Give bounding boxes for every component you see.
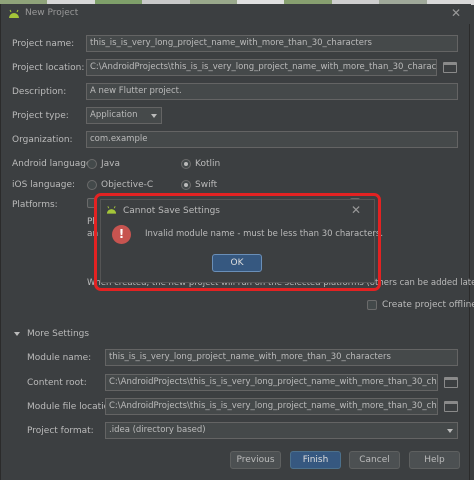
window-title: New Project xyxy=(25,8,79,18)
finish-button[interactable]: Finish xyxy=(290,451,341,469)
title-bar: New Project ✕ xyxy=(1,4,471,24)
project-location-label: Project location: xyxy=(12,63,85,73)
android-icon xyxy=(106,206,117,214)
project-name-label: Project name: xyxy=(12,39,75,49)
cancel-button[interactable]: Cancel xyxy=(349,451,400,469)
more-settings-header[interactable]: More Settings xyxy=(27,329,89,339)
chevron-down-icon xyxy=(447,429,453,433)
kotlin-radio[interactable] xyxy=(181,159,191,169)
ok-button[interactable]: OK xyxy=(212,254,262,272)
platforms-partial-text-2: an xyxy=(87,229,99,239)
chevron-down-icon xyxy=(151,114,157,118)
platform-checkbox[interactable] xyxy=(87,198,97,208)
swift-radio-label: Swift xyxy=(195,180,218,190)
cannot-save-dialog: Cannot Save Settings ✕ ! Invalid module … xyxy=(100,199,383,283)
java-radio[interactable] xyxy=(87,159,97,169)
objective-c-radio-label: Objective-C xyxy=(101,180,154,190)
previous-button[interactable]: Previous xyxy=(230,451,281,469)
create-offline-checkbox[interactable] xyxy=(367,300,377,310)
objective-c-radio[interactable] xyxy=(87,180,97,190)
description-label: Description: xyxy=(12,87,67,97)
swift-radio[interactable] xyxy=(181,180,191,190)
project-type-label: Project type: xyxy=(12,111,69,121)
module-file-location-input[interactable]: C:\AndroidProjects\this_is_is_very_long_… xyxy=(105,398,438,415)
android-language-label: Android language: xyxy=(12,159,95,169)
project-format-value: .idea (directory based) xyxy=(109,425,206,435)
content-root-label: Content root: xyxy=(27,378,87,388)
ios-language-label: iOS language: xyxy=(12,180,76,190)
organization-input[interactable]: com.example xyxy=(86,131,458,148)
folder-icon[interactable] xyxy=(443,62,457,73)
dialog-title: Cannot Save Settings xyxy=(123,206,220,216)
create-offline-label: Create project offline xyxy=(382,300,474,310)
project-format-label: Project format: xyxy=(27,426,94,436)
project-type-select[interactable]: Application xyxy=(86,107,162,124)
description-input[interactable]: A new Flutter project. xyxy=(86,83,458,100)
platforms-label: Platforms: xyxy=(12,200,58,210)
platforms-partial-text-1: Pl xyxy=(87,217,95,227)
folder-icon[interactable] xyxy=(444,401,458,412)
kotlin-radio-label: Kotlin xyxy=(195,159,221,169)
project-location-input[interactable]: C:\AndroidProjects\this_is_is_very_long_… xyxy=(86,59,437,76)
folder-icon[interactable] xyxy=(444,377,458,388)
project-format-select[interactable]: .idea (directory based) xyxy=(105,422,458,439)
chevron-down-icon[interactable] xyxy=(14,332,20,336)
close-icon[interactable]: ✕ xyxy=(351,203,361,217)
content-root-input[interactable]: C:\AndroidProjects\this_is_is_very_long_… xyxy=(105,374,438,391)
project-name-input[interactable]: this_is_is_very_long_project_name_with_m… xyxy=(86,35,458,52)
android-icon xyxy=(9,9,19,18)
project-type-value: Application xyxy=(90,110,138,120)
module-name-label: Module name: xyxy=(27,353,92,363)
help-button[interactable]: Help xyxy=(409,451,460,469)
dialog-message: Invalid module name - must be less than … xyxy=(145,229,384,239)
error-icon: ! xyxy=(112,225,131,244)
module-name-input[interactable]: this_is_is_very_long_project_name_with_m… xyxy=(105,349,458,366)
organization-label: Organization: xyxy=(12,135,73,145)
java-radio-label: Java xyxy=(101,159,121,169)
close-icon[interactable]: ✕ xyxy=(451,6,461,20)
